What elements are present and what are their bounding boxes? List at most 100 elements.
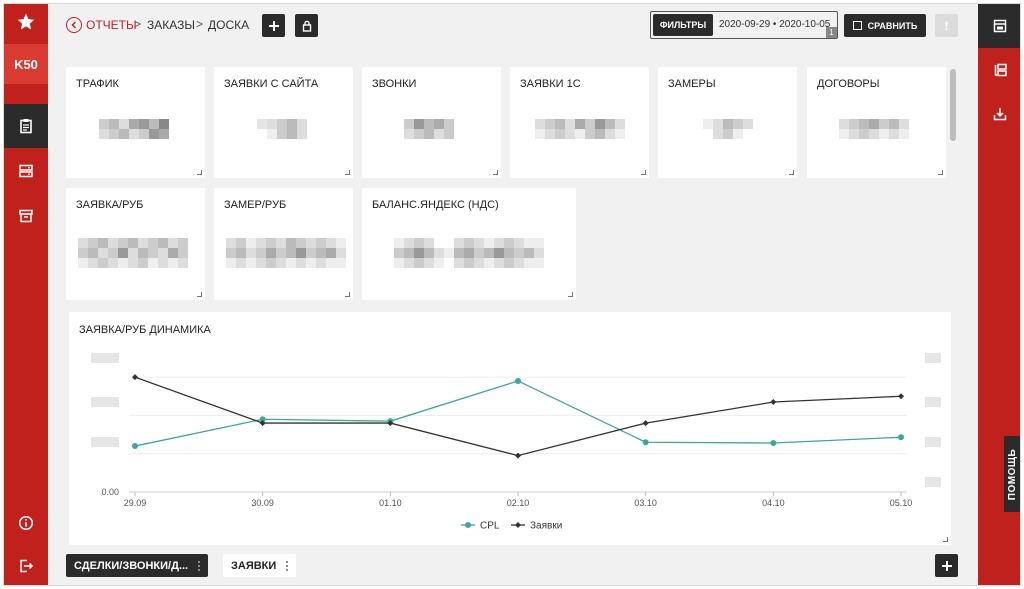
date-range[interactable]: 2020-09-29 • 2020-10-05: [719, 19, 830, 30]
blurred-value: [404, 119, 454, 129]
resize-handle[interactable]: [197, 170, 202, 175]
blurred-value: [78, 238, 188, 248]
data-point: [770, 399, 777, 406]
data-point: [770, 439, 777, 446]
metric-card-calls[interactable]: ЗВОНКИ: [362, 67, 501, 178]
legend-label: Заявки: [530, 521, 562, 532]
tab-deals-calls[interactable]: СДЕЛКИ/ЗВОНКИ/Д...: [66, 554, 209, 577]
blurred-axis-label: [925, 437, 941, 447]
x-tick-label: 04.10: [762, 498, 785, 508]
breadcrumb-separator: >: [196, 17, 204, 31]
chart-card[interactable]: ЗАЯВКА/РУБ ДИНАМИКА 0.00 29.09 30.09 01.10 0…: [69, 312, 951, 545]
plus-icon: [941, 560, 952, 571]
card-title: БАЛАНС.ЯНДЕКС (НДС): [372, 199, 499, 211]
lock-button[interactable]: [295, 14, 318, 37]
resize-handle[interactable]: [641, 170, 646, 175]
filters-button[interactable]: ФИЛЬТРЫ: [653, 14, 713, 36]
legend-marker: [465, 522, 471, 528]
tab-menu-icon[interactable]: [286, 560, 289, 571]
blurred-value: [99, 129, 169, 139]
blurred-value: [839, 129, 909, 139]
blurred-value: [404, 129, 454, 139]
y-tick-label: 0.00: [101, 487, 119, 497]
resize-handle[interactable]: [789, 170, 794, 175]
resize-handle[interactable]: [197, 292, 202, 297]
app-frame: K50 Отчеты > Заказы > Доска ФИЛЬТРЫ 2020…: [3, 3, 1021, 586]
compare-button[interactable]: СРАВНИТЬ: [844, 14, 926, 37]
brand-logo[interactable]: K50: [4, 44, 48, 84]
legend-label: CPL: [480, 521, 500, 532]
card-title: ЗАМЕР/РУБ: [224, 199, 287, 211]
blurred-value: [78, 258, 188, 268]
data-point: [642, 439, 649, 446]
blurred-value: [713, 129, 743, 139]
legend-marker: [515, 522, 521, 528]
blurred-axis-label: [925, 353, 941, 363]
dashboard-icon[interactable]: [978, 4, 1020, 48]
x-tick-label: 29.09: [124, 498, 147, 508]
blurred-value: [535, 129, 625, 139]
filter-panel[interactable]: ФИЛЬТРЫ 2020-09-29 • 2020-10-05 1: [650, 11, 838, 39]
left-sidebar: K50: [4, 4, 48, 585]
add-widget-button[interactable]: [262, 14, 285, 37]
star-icon[interactable]: [4, 4, 48, 40]
blurred-axis-label: [91, 353, 119, 363]
filters-count-badge: 1: [826, 27, 837, 38]
metric-card-request-cost[interactable]: ЗАЯВКА/РУБ: [66, 188, 205, 300]
resize-handle[interactable]: [943, 537, 948, 542]
layers-icon[interactable]: [978, 48, 1020, 92]
x-tick-label: 02.10: [507, 498, 530, 508]
metric-card-measurement-cost[interactable]: ЗАМЕР/РУБ: [214, 188, 353, 300]
metric-card-yandex-balance[interactable]: БАЛАНС.ЯНДЕКС (НДС): [362, 188, 576, 300]
data-point: [132, 374, 138, 381]
data-point: [642, 420, 649, 427]
help-label: ПОМОЩЬ: [1007, 448, 1019, 500]
breadcrumb-orders[interactable]: Заказы: [147, 18, 195, 32]
blurred-value: [394, 248, 544, 258]
series-line: [134, 380, 902, 447]
blurred-value: [535, 119, 625, 129]
series-line: [134, 376, 902, 457]
blurred-value: [99, 119, 169, 129]
metric-card-measurements[interactable]: ЗАМЕРЫ: [658, 67, 797, 178]
server-icon[interactable]: [4, 149, 48, 193]
alert-button[interactable]: !: [935, 14, 958, 37]
blurred-value: [257, 119, 307, 129]
lock-icon: [302, 20, 311, 32]
data-point: [132, 443, 138, 450]
data-point: [898, 393, 904, 400]
metric-card-contracts[interactable]: ДОГОВОРЫ: [807, 67, 946, 178]
blurred-axis-label: [925, 397, 941, 407]
blurred-axis-label: [925, 477, 941, 487]
scrollbar[interactable]: [950, 69, 956, 141]
add-tab-button[interactable]: [935, 554, 958, 577]
logout-icon[interactable]: [4, 544, 48, 585]
card-title: ЗАЯВКИ С САЙТА: [224, 78, 319, 90]
card-title: ЗАЯВКИ 1С: [520, 78, 581, 90]
resize-handle[interactable]: [493, 170, 498, 175]
archive-icon[interactable]: [4, 194, 48, 238]
info-icon[interactable]: [4, 501, 48, 545]
back-icon[interactable]: [66, 17, 82, 33]
metric-card-site-requests[interactable]: ЗАЯВКИ С САЙТА: [214, 67, 353, 178]
card-title: ЗВОНКИ: [372, 78, 417, 90]
compare-icon: [852, 21, 862, 30]
tab-menu-icon[interactable]: [198, 560, 201, 571]
resize-handle[interactable]: [938, 170, 943, 175]
metric-card-traffic[interactable]: ТРАФИК: [66, 67, 205, 178]
tab-label: СДЕЛКИ/ЗВОНКИ/Д...: [74, 559, 189, 572]
plus-icon: [268, 20, 279, 31]
metric-card-1c-requests[interactable]: ЗАЯВКИ 1С: [510, 67, 649, 178]
tab-requests[interactable]: ЗАЯВКИ: [223, 554, 297, 577]
blurred-value: [394, 238, 544, 248]
x-tick-label: 03.10: [634, 498, 657, 508]
clipboard-icon[interactable]: [4, 104, 48, 148]
breadcrumb-reports[interactable]: Отчеты: [86, 18, 137, 32]
help-button[interactable]: ПОМОЩЬ: [1004, 436, 1020, 512]
resize-handle[interactable]: [568, 292, 573, 297]
download-icon[interactable]: [978, 92, 1020, 136]
blurred-value: [78, 248, 188, 258]
resize-handle[interactable]: [345, 170, 350, 175]
resize-handle[interactable]: [345, 292, 350, 297]
blurred-axis-label: [91, 437, 119, 447]
